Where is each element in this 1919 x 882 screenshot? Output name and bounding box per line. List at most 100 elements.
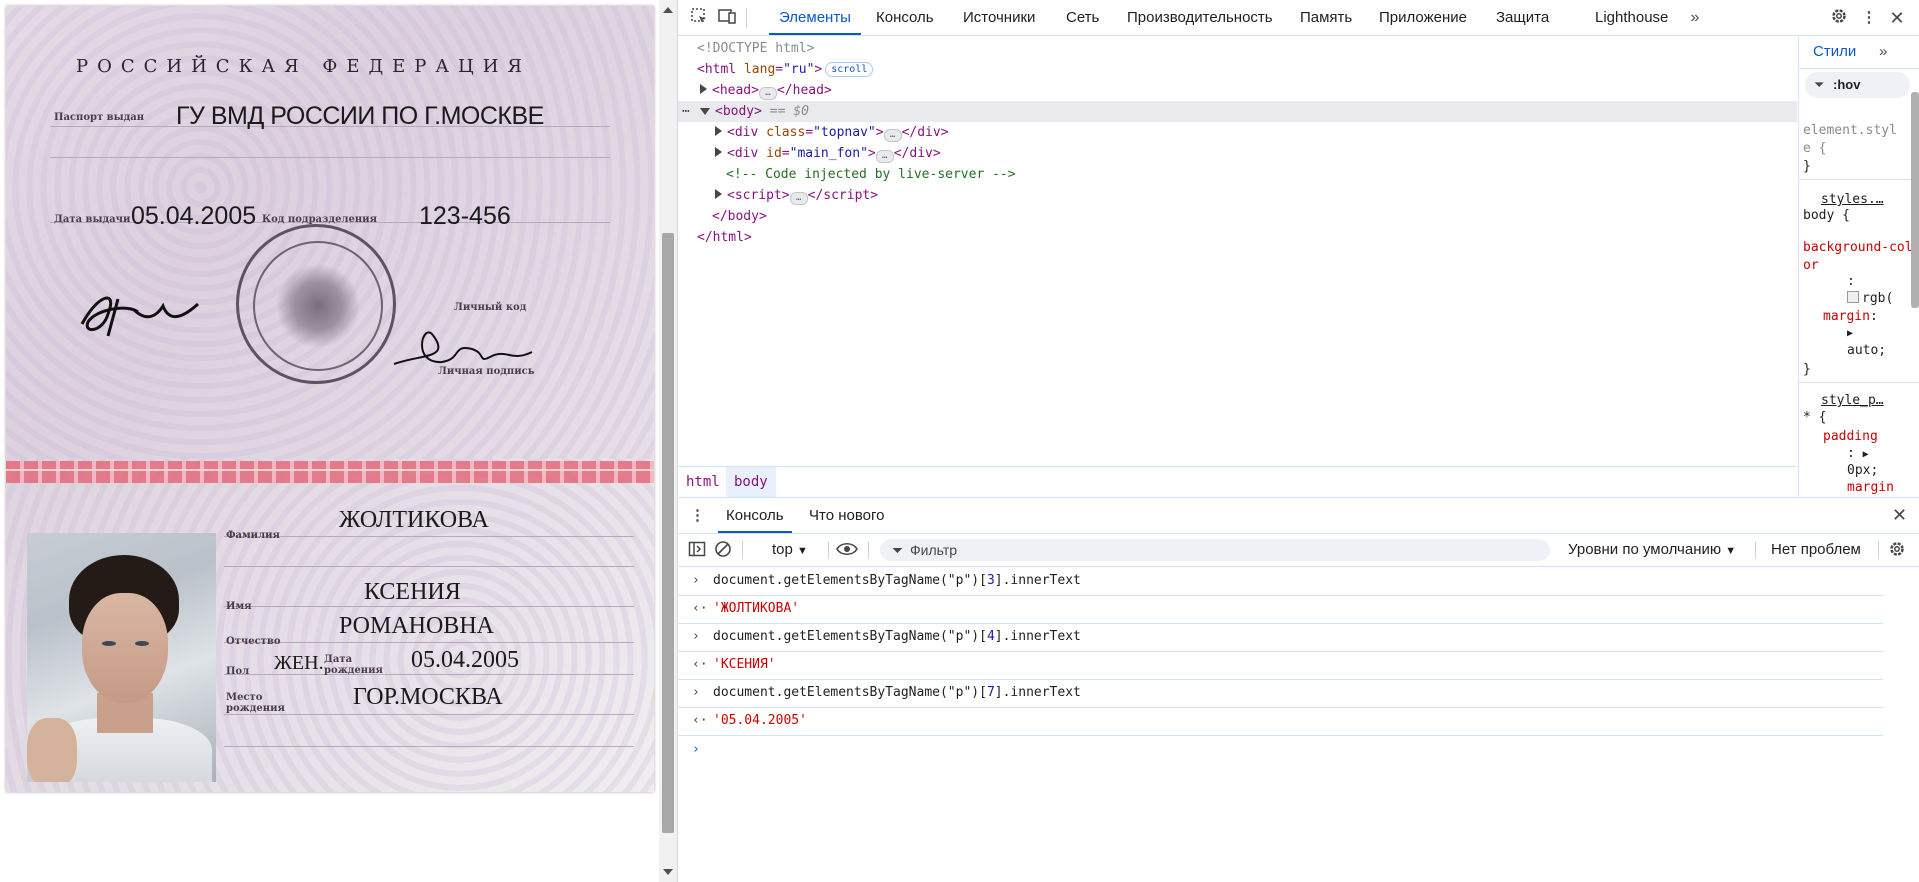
eagle-emblem-icon (277, 262, 359, 350)
issues-counter[interactable]: Нет проблем (1771, 534, 1861, 566)
tab-styles[interactable]: Стили (1813, 36, 1856, 68)
live-expression-eye-icon[interactable] (836, 534, 858, 566)
dom-comment[interactable]: <!-- Code injected by live-server --> (726, 164, 1016, 185)
tab-performance[interactable]: Производительность (1127, 0, 1273, 35)
css-value-background[interactable]: rgb( (1847, 290, 1893, 308)
more-tabs-chevron-icon[interactable]: » (1684, 7, 1706, 29)
personal-code-label: Личный код (454, 302, 527, 313)
tab-security[interactable]: Защита (1496, 0, 1549, 35)
passport-binding-stitch (6, 461, 654, 483)
console-settings-gear-icon[interactable] (1888, 534, 1906, 566)
device-toolbar-icon[interactable] (716, 7, 738, 29)
expand-arrow-icon[interactable]: ▶ (1863, 449, 1869, 460)
breadcrumb-html[interactable]: html (678, 467, 728, 498)
log-levels-select[interactable]: Уровни по умолчанию ▼ (1568, 534, 1736, 566)
rule-source-link[interactable]: style_p… (1821, 392, 1884, 410)
css-prop-background-color[interactable]: background-color (1803, 239, 1913, 275)
tab-elements[interactable]: Элементы (769, 0, 861, 35)
page-scroll-thumb[interactable] (662, 233, 674, 833)
rule-selector[interactable]: * { (1803, 409, 1826, 427)
dom-body-close[interactable]: </body> (712, 206, 767, 227)
passport-issuer: ГУ ВМД РОССИИ ПО Г.МОСКВЕ (176, 102, 544, 130)
css-prop-padding[interactable]: padding (1823, 428, 1878, 446)
passport-dept-code: 123-456 (419, 202, 511, 230)
console-input-row[interactable]: › document.getElementsByTagName("p")[4].… (678, 623, 1883, 652)
filter-icon: ⏷ (892, 542, 904, 558)
output-arrow-icon: ‹· (692, 657, 708, 672)
input-chevron-icon: › (692, 573, 700, 588)
ellipsis-icon[interactable]: … (789, 192, 808, 205)
css-value-margin[interactable]: auto; (1847, 342, 1886, 360)
styles-scroll-thumb[interactable] (1911, 92, 1919, 308)
dom-div-main-fon[interactable]: <div id="main_fon">… </div> (715, 143, 941, 164)
styles-more-chevron-icon[interactable]: » (1879, 36, 1887, 68)
styles-pane: Стили » ⏷ :hov element.style { } styles.… (1798, 36, 1919, 497)
console-output-row[interactable]: ‹· 'ЖОЛТИКОВА' (678, 595, 1883, 624)
tab-memory[interactable]: Память (1300, 0, 1352, 35)
drawer-menu-icon[interactable]: ⋮ (690, 498, 705, 533)
tab-network[interactable]: Сеть (1066, 0, 1099, 35)
ellipsis-icon[interactable]: … (875, 150, 894, 163)
tab-sources[interactable]: Источники (963, 0, 1035, 35)
official-signature (80, 296, 200, 337)
inspect-element-icon[interactable] (688, 7, 710, 29)
collapse-arrow-icon[interactable] (700, 108, 710, 115)
ellipsis-icon[interactable]: … (758, 87, 777, 100)
settings-gear-icon[interactable] (1828, 7, 1850, 29)
scroll-down-arrow-icon[interactable] (663, 869, 673, 875)
surname-label: Фамилия (226, 530, 280, 541)
passport-patronymic: РОМАНОВНА (339, 613, 494, 639)
expand-arrow-icon[interactable] (715, 189, 722, 199)
dom-div-topnav[interactable]: <div class="topnav">… </div> (715, 122, 949, 143)
console-output-row[interactable]: ‹· 'КСЕНИЯ' (678, 651, 1883, 680)
scroll-badge[interactable]: scroll (825, 62, 874, 77)
tab-application[interactable]: Приложение (1379, 0, 1467, 35)
close-devtools-icon[interactable]: ✕ (1886, 7, 1908, 29)
console-output-row[interactable]: ‹· '05.04.2005' (678, 707, 1883, 736)
passport-issue-date: 05.04.2005 (131, 202, 257, 230)
dom-body-selected[interactable]: ⋯ <body> == $0 (678, 101, 1797, 122)
expand-arrow-icon[interactable] (715, 126, 722, 136)
more-options-icon[interactable]: ⋮ (1858, 7, 1880, 29)
devtools-panel: Элементы Консоль Источники Сеть Производ… (678, 0, 1919, 882)
output-arrow-icon: ‹· (692, 601, 708, 616)
place-label: Место рождения (226, 692, 285, 714)
tab-console[interactable]: Консоль (876, 0, 934, 35)
console-filter-input[interactable]: ⏷ Фильтр (880, 539, 1550, 561)
issue-date-label: Дата выдачи (54, 214, 131, 225)
page-scrollbar[interactable] (659, 0, 678, 882)
dom-html[interactable]: <html lang="ru"> scroll (697, 59, 874, 80)
console-input-row[interactable]: › document.getElementsByTagName("p")[3].… (678, 567, 1883, 596)
dom-html-close[interactable]: </html> (697, 227, 752, 248)
css-prop-margin[interactable]: margin (1823, 309, 1870, 324)
element-style-selector[interactable]: element.style { (1803, 122, 1903, 158)
console-output: › document.getElementsByTagName("p")[3].… (678, 567, 1919, 882)
dom-head[interactable]: <head>… </head> (700, 80, 832, 101)
css-value-padding[interactable]: 0px; (1847, 462, 1878, 480)
clear-console-icon[interactable] (714, 534, 732, 566)
tab-lighthouse[interactable]: Lighthouse (1595, 0, 1668, 35)
color-swatch[interactable] (1847, 291, 1859, 303)
expand-arrow-icon[interactable] (700, 84, 707, 94)
context-select[interactable]: top ▼ (772, 534, 808, 566)
dom-doctype[interactable]: <!DOCTYPE html> (697, 38, 814, 59)
drawer-tab-whats-new[interactable]: Что нового (809, 498, 884, 533)
sidebar-toggle-icon[interactable] (688, 534, 706, 566)
hov-toggle[interactable]: :hov (1833, 72, 1860, 98)
breadcrumb-body[interactable]: body (726, 467, 776, 498)
expand-arrow-icon[interactable]: ▶ (1847, 325, 1853, 343)
expand-arrow-icon[interactable] (715, 147, 722, 157)
close-drawer-icon[interactable]: ✕ (1892, 498, 1907, 533)
rule-selector[interactable]: body { (1803, 207, 1850, 225)
passport-sex: ЖЕН. (274, 652, 324, 674)
scroll-up-arrow-icon[interactable] (663, 7, 673, 13)
styles-filter-input[interactable]: ⏷ :hov (1805, 72, 1910, 98)
console-toolbar: top ▼ ⏷ Фильтр Уровни по умолчанию ▼ Нет… (678, 534, 1919, 567)
ellipsis-icon[interactable]: … (883, 129, 902, 142)
dom-script[interactable]: <script>… </script> (715, 185, 878, 206)
drawer-tab-console[interactable]: Консоль (718, 498, 792, 533)
console-input-row[interactable]: › document.getElementsByTagName("p")[7].… (678, 679, 1883, 708)
input-chevron-icon: › (692, 629, 700, 644)
console-prompt[interactable]: › (678, 736, 1883, 764)
passport-dob: 05.04.2005 (411, 647, 519, 673)
